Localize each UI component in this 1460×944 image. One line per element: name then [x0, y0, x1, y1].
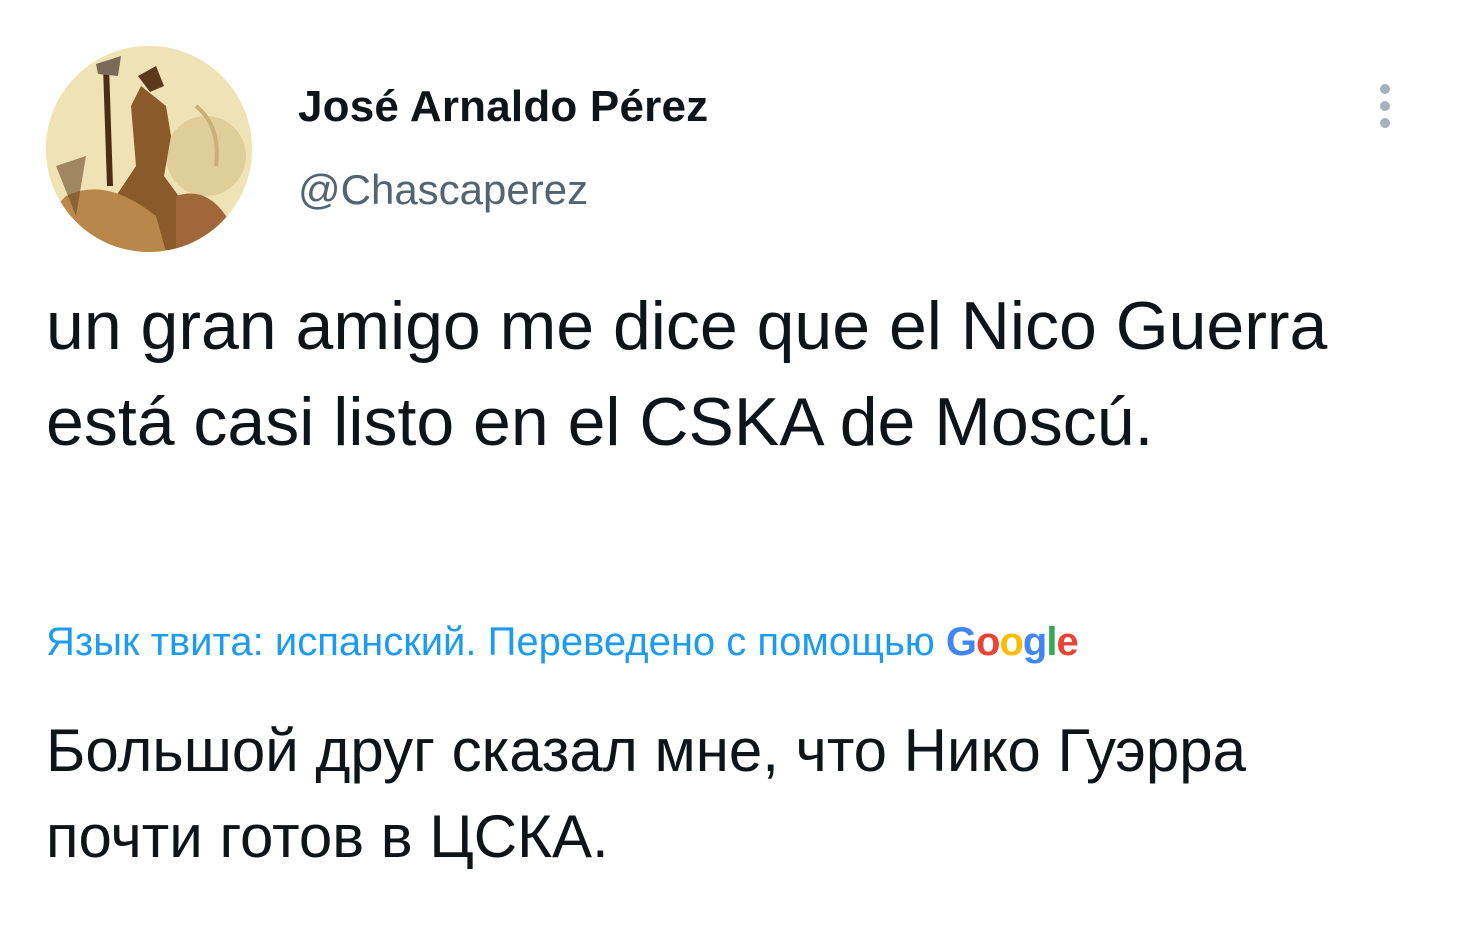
google-logo-letter: l — [1046, 620, 1057, 664]
author-handle[interactable]: @Chascaperez — [298, 166, 588, 214]
tweet-text: un gran amigo me dice que el Nico Guerra… — [46, 288, 1328, 460]
avatar-illustration-icon — [46, 46, 252, 252]
google-logo-letter: o — [999, 620, 1023, 664]
google-logo-icon: Google — [945, 620, 1079, 664]
google-logo-letter: G — [945, 620, 977, 664]
translation-notice[interactable]: Язык твита: испанский. Переведено с помо… — [46, 620, 1079, 665]
more-vertical-icon[interactable] — [1370, 80, 1400, 132]
author-display-name[interactable]: José Arnaldo Pérez — [298, 82, 708, 132]
tweet-card: José Arnaldo Pérez @Chascaperez un gran … — [0, 0, 1460, 944]
translated-tweet-text: Большой друг сказал мне, что Нико Гуэрра… — [46, 717, 1246, 870]
translation-notice-label[interactable]: Язык твита: испанский. Переведено с помо… — [46, 620, 946, 664]
google-logo-letter: o — [976, 620, 1000, 664]
google-logo-letter: g — [1022, 620, 1047, 664]
user-avatar[interactable] — [46, 46, 252, 252]
google-logo-letter: e — [1056, 620, 1078, 664]
